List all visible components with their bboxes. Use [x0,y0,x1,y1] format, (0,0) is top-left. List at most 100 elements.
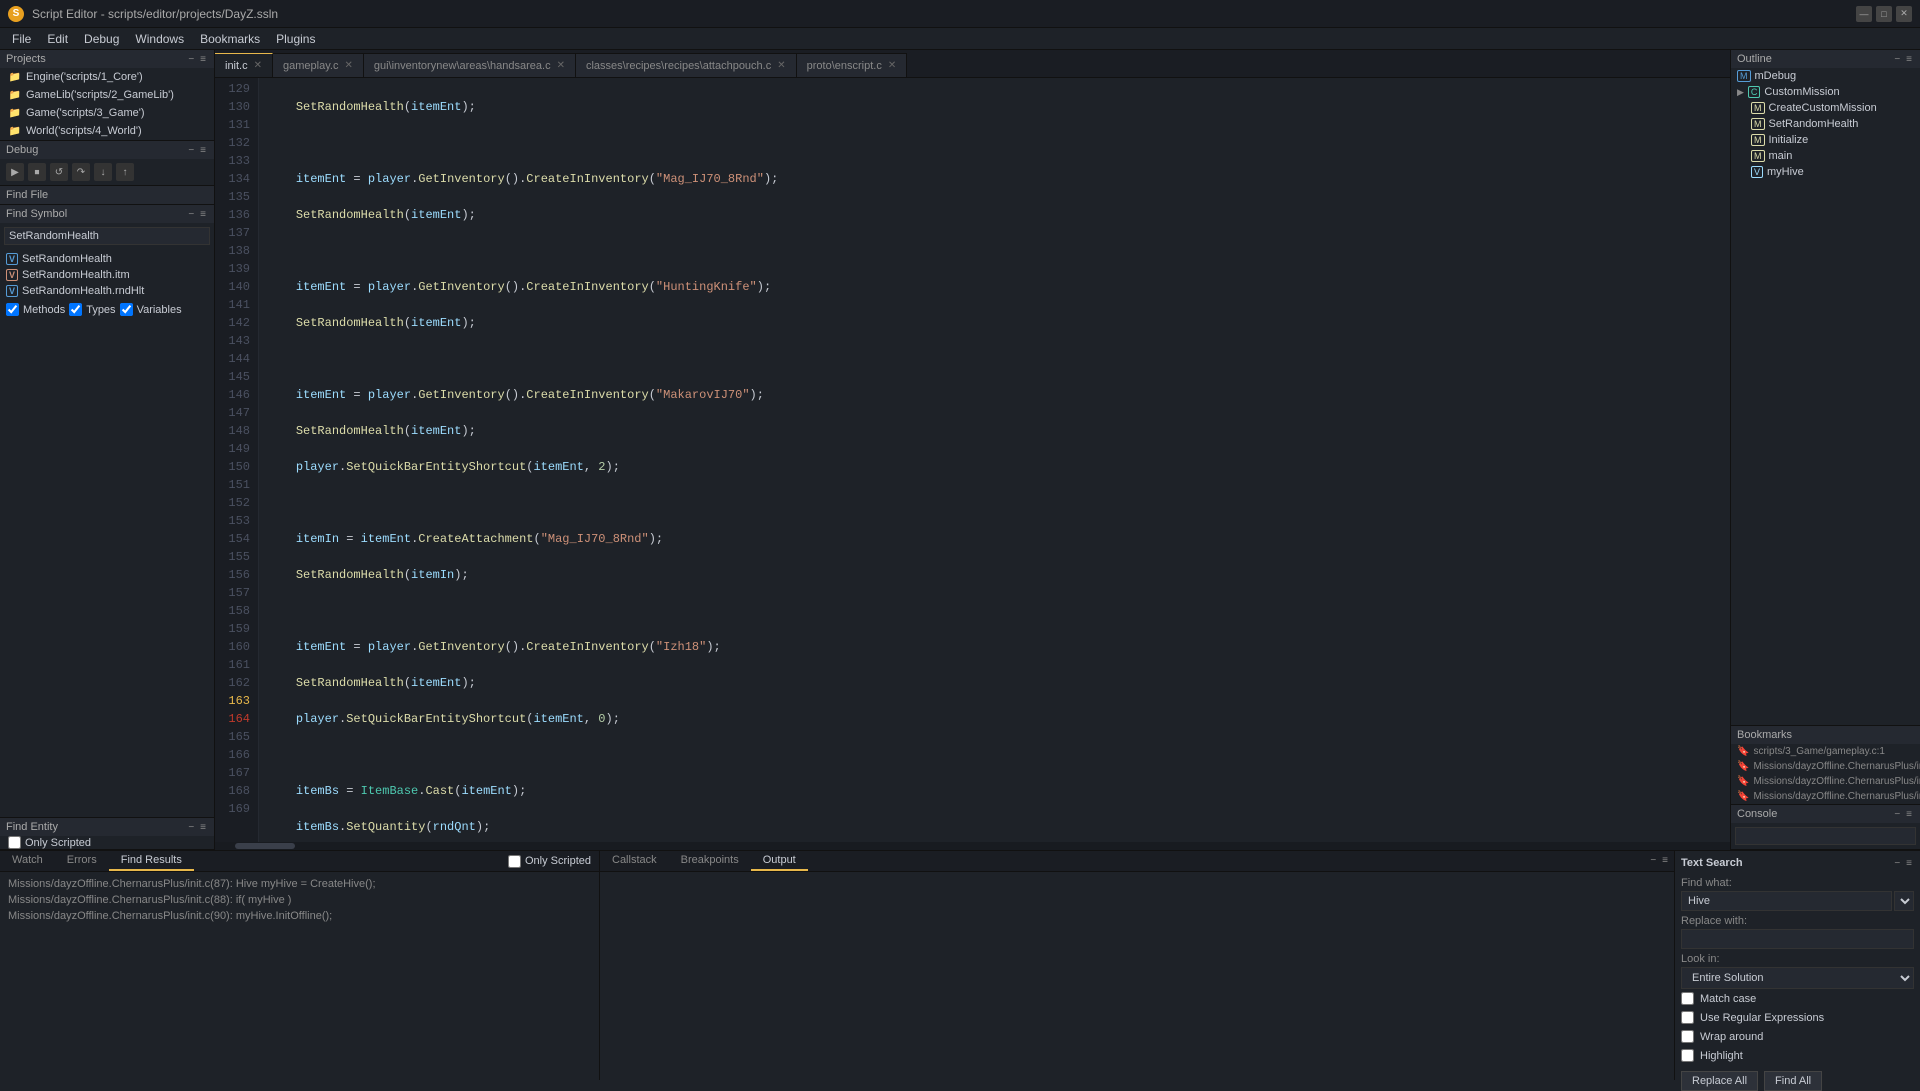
tab-attachpouch[interactable]: classes\recipes\recipes\attachpouch.c ✕ [576,53,797,77]
menu-bookmarks[interactable]: Bookmarks [192,30,268,48]
outline-item-custommission[interactable]: ▶ C CustomMission [1731,84,1920,100]
output-menu-btn[interactable]: ≡ [1660,855,1670,867]
find-symbol-menu-btn[interactable]: ≡ [198,209,208,220]
output-content [600,872,1674,1080]
find-result-3[interactable]: Missions/dayzOffline.ChernarusPlus/init.… [4,908,595,924]
right-panel: Outline − ≡ M mDebug ▶ C CustomMission M… [1730,50,1920,850]
maximize-button[interactable]: □ [1876,6,1892,22]
scrollbar-thumb-h[interactable] [235,843,295,849]
types-checkbox[interactable] [69,303,82,316]
output-collapse-btn[interactable]: − [1648,855,1658,867]
app-icon: S [8,6,24,22]
console-collapse-btn[interactable]: − [1892,809,1902,820]
tab-close-handsarea[interactable]: ✕ [557,60,565,71]
debug-stepinto-btn[interactable]: ↓ [94,163,112,181]
outline-collapse-btn[interactable]: − [1892,54,1902,65]
debug-stop-btn[interactable]: ⏹ [28,163,46,181]
code-content[interactable]: SetRandomHealth(itemEnt); itemEnt = play… [259,78,1730,842]
outline-icon-m2: M [1751,102,1765,114]
find-result-2[interactable]: Missions/dayzOffline.ChernarusPlus/init.… [4,892,595,908]
menu-edit[interactable]: Edit [39,30,76,48]
bookmark-item-init1[interactable]: 🔖 Missions/dayzOffline.ChernarusPlus/ini… [1731,759,1920,774]
console-input[interactable] [1735,827,1916,845]
wrap-around-checkbox[interactable] [1681,1030,1694,1043]
close-button[interactable]: ✕ [1896,6,1912,22]
tab-enscript[interactable]: proto\enscript.c ✕ [797,53,908,77]
horizontal-scrollbar[interactable] [215,842,1730,850]
console-header: Console − ≡ [1731,805,1920,823]
tab-errors[interactable]: Errors [55,851,109,871]
find-entity-menu-btn[interactable]: ≡ [198,822,208,833]
tab-init[interactable]: init.c ✕ [215,53,273,77]
outline-icon-c: C [1748,86,1761,98]
code-editor[interactable]: 129130131132133 134135136137138 13914014… [215,78,1730,842]
outline-menu-btn[interactable]: ≡ [1904,54,1914,65]
find-file-label: Find File [6,189,48,201]
debug-stepover-btn[interactable]: ↷ [72,163,90,181]
tab-close-attachpouch[interactable]: ✕ [777,60,785,71]
text-search-collapse-btn[interactable]: − [1892,858,1902,869]
projects-collapse-btn[interactable]: − [186,54,196,65]
project-engine[interactable]: 📁 Engine('scripts/1_Core') [0,68,214,86]
text-search-menu-btn[interactable]: ≡ [1904,858,1914,869]
menu-debug[interactable]: Debug [76,30,127,48]
variables-checkbox[interactable] [120,303,133,316]
replace-with-input[interactable] [1681,929,1914,949]
match-case-checkbox[interactable] [1681,992,1694,1005]
tab-watch[interactable]: Watch [0,851,55,871]
find-entity-collapse-btn[interactable]: − [186,822,196,833]
find-symbol-collapse-btn[interactable]: − [186,209,196,220]
console-menu-btn[interactable]: ≡ [1904,809,1914,820]
debug-start-btn[interactable]: ▶ [6,163,24,181]
use-regex-checkbox[interactable] [1681,1011,1694,1024]
look-in-select[interactable]: Entire SolutionCurrent FileCurrent Proje… [1681,967,1914,989]
debug-restart-btn[interactable]: ↺ [50,163,68,181]
find-entity-section: Find Entity − ≡ Only Scripted [0,818,214,850]
find-all-button[interactable]: Find All [1764,1071,1822,1091]
symbol-filter-methods: Methods Types Variables [0,301,214,318]
replace-all-button[interactable]: Replace All [1681,1071,1758,1091]
tab-breakpoints[interactable]: Breakpoints [669,851,751,871]
tab-find-results[interactable]: Find Results [109,851,194,871]
tab-output[interactable]: Output [751,851,808,871]
find-result-1[interactable]: Missions/dayzOffline.ChernarusPlus/init.… [4,876,595,892]
find-symbol-input[interactable] [4,227,210,245]
only-scripted-checkbox[interactable] [8,836,21,849]
bottom-only-scripted-checkbox[interactable] [508,855,521,868]
find-what-input[interactable] [1681,891,1892,911]
tab-close-init[interactable]: ✕ [254,60,262,71]
menu-file[interactable]: File [4,30,39,48]
project-gamelib[interactable]: 📁 GameLib('scripts/2_GameLib') [0,86,214,104]
tab-handsarea[interactable]: gui\inventorynew\areas\handsarea.c ✕ [364,53,576,77]
outline-item-createcustommission[interactable]: M CreateCustomMission [1731,100,1920,116]
tab-close-gameplay[interactable]: ✕ [344,60,352,71]
outline-item-myhive[interactable]: V myHive [1731,164,1920,180]
debug-stepout-btn[interactable]: ↑ [116,163,134,181]
tab-gameplay[interactable]: gameplay.c ✕ [273,53,364,77]
bookmark-item-init2[interactable]: 🔖 Missions/dayzOffline.ChernarusPlus/ini… [1731,774,1920,789]
outline-item-main[interactable]: M main [1731,148,1920,164]
menu-windows[interactable]: Windows [127,30,192,48]
project-world[interactable]: 📁 World('scripts/4_World') [0,122,214,140]
debug-collapse-btn[interactable]: − [186,145,196,156]
outline-item-mdebug[interactable]: M mDebug [1731,68,1920,84]
left-panel: Projects − ≡ 📁 Engine('scripts/1_Core') … [0,50,215,850]
projects-menu-btn[interactable]: ≡ [198,54,208,65]
symbol-item-setrandomhealth-rndhlt[interactable]: V SetRandomHealth.rndHlt [2,283,212,299]
minimize-button[interactable]: — [1856,6,1872,22]
outline-item-initialize[interactable]: M Initialize [1731,132,1920,148]
symbol-item-setrandomhealth-itm[interactable]: V SetRandomHealth.itm [2,267,212,283]
tab-callstack[interactable]: Callstack [600,851,669,871]
bookmark-item-init3[interactable]: 🔖 Missions/dayzOffline.ChernarusPlus/ini… [1731,789,1920,804]
outline-item-setrandomhealth[interactable]: M SetRandomHealth [1731,116,1920,132]
tab-close-enscript[interactable]: ✕ [888,60,896,71]
find-what-dropdown[interactable]: ▼ [1894,891,1914,911]
outline-icon-v: V [1751,166,1763,178]
highlight-checkbox[interactable] [1681,1049,1694,1062]
methods-checkbox[interactable] [6,303,19,316]
project-game[interactable]: 📁 Game('scripts/3_Game') [0,104,214,122]
symbol-item-setrandomhealth[interactable]: V SetRandomHealth [2,251,212,267]
debug-menu-btn[interactable]: ≡ [198,145,208,156]
bookmark-item-gameplay[interactable]: 🔖 scripts/3_Game/gameplay.c:1 [1731,744,1920,759]
menu-plugins[interactable]: Plugins [268,30,323,48]
